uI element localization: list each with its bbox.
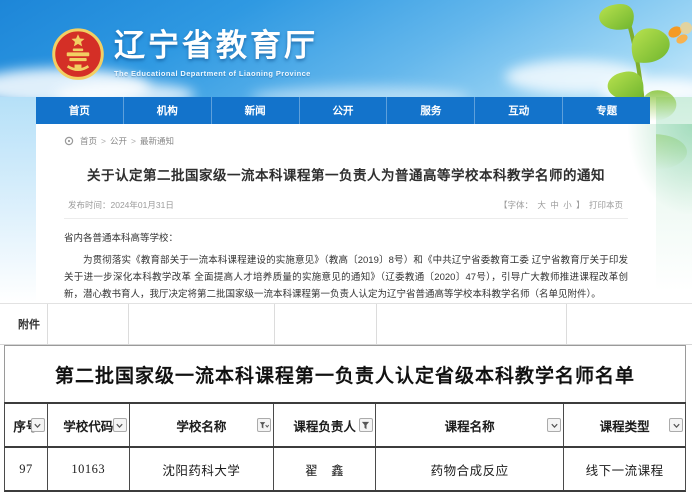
cell-course-type: 线下一流课程 (563, 448, 685, 490)
column-header-school-name: 学校名称 (129, 404, 274, 446)
breadcrumb-public[interactable]: 公开 (110, 135, 127, 147)
page-tools: 【字体： 大 中 小 】 打印本页 (498, 199, 624, 211)
nav-item-interaction[interactable]: 互动 (474, 97, 562, 124)
nav-item-services[interactable]: 服务 (386, 97, 474, 124)
column-header-school-code: 学校代码 (47, 404, 129, 446)
font-size-large-button[interactable]: 大 (537, 200, 546, 210)
column-header-index: 序号 (5, 404, 47, 446)
cell-index: 97 (5, 448, 47, 490)
font-size-medium-button[interactable]: 中 (550, 200, 559, 210)
content-panel: 首页 > 公开 > 最新通知 关于认定第二批国家级一流本科课程第一负责人为普通高… (36, 124, 656, 303)
nav-item-home[interactable]: 首页 (36, 97, 123, 124)
breadcrumb-separator: > (131, 136, 136, 146)
grid-line (566, 304, 567, 344)
breadcrumb-separator: > (101, 136, 106, 146)
font-size-small-button[interactable]: 小 (563, 200, 572, 210)
meta-divider (64, 218, 628, 219)
sheet-header-row: 序号 学校代码 学校名称 课程负责人 (4, 402, 686, 448)
filter-funnel-icon[interactable] (359, 418, 373, 432)
site-title-block: 辽宁省教育厅 The Educational Department of Lia… (114, 26, 318, 78)
grid-line (376, 304, 377, 344)
butterfly-icon (666, 22, 692, 45)
cell-school-name: 沈阳药科大学 (129, 448, 274, 490)
column-header-course-type: 课程类型 (563, 404, 685, 446)
font-tools-close: 】 (576, 200, 585, 210)
site-name-english: The Educational Department of Liaoning P… (114, 69, 318, 78)
cell-course-leader: 翟 鑫 (273, 448, 375, 490)
publish-date: 发布时间：2024年01月31日 (68, 199, 174, 211)
nav-item-orgs[interactable]: 机构 (123, 97, 211, 124)
cell-course-name: 药物合成反应 (375, 448, 563, 490)
table-row: 97 10163 沈阳药科大学 翟 鑫 药物合成反应 线下一流课程 (4, 448, 686, 492)
column-header-course-name: 课程名称 (375, 404, 563, 446)
column-header-course-leader: 课程负责人 (273, 404, 375, 446)
filter-chevron-icon[interactable] (113, 418, 127, 432)
attachment-row: 附件 (0, 303, 692, 345)
sheet-title: 第二批国家级一流本科课程第一负责人认定省级本科教学名师名单 (4, 345, 686, 402)
attachment-label: 附件 (18, 316, 40, 332)
font-tools-open: 【字体： (499, 200, 533, 210)
grid-line (274, 304, 275, 344)
filter-chevron-icon[interactable] (547, 418, 561, 432)
nav-item-topics[interactable]: 专题 (562, 97, 650, 124)
site-logo[interactable]: 辽宁省教育厅 The Educational Department of Lia… (52, 26, 318, 84)
filter-chevron-icon[interactable] (31, 418, 45, 432)
grid-line (47, 304, 48, 344)
breadcrumb-current: 最新通知 (140, 135, 174, 147)
location-pin-icon (64, 136, 74, 146)
filter-funnel-sort-icon[interactable] (257, 418, 271, 432)
print-page-button[interactable]: 打印本页 (589, 200, 623, 210)
page-left-margin (0, 97, 36, 313)
attachment-spreadsheet: 第二批国家级一流本科课程第一负责人认定省级本科教学名师名单 序号 学校代码 学校… (4, 345, 686, 492)
article-title: 关于认定第二批国家级一流本科课程第一负责人为普通高等学校本科教学名师的通知 (64, 164, 628, 184)
nav-item-public[interactable]: 公开 (299, 97, 387, 124)
breadcrumb-home[interactable]: 首页 (80, 135, 97, 147)
main-nav: 首页 机构 新闻 公开 服务 互动 专题 (36, 97, 650, 124)
article-paragraph: 为贯彻落实《教育部关于一流本科课程建设的实施意见》（教高〔2019〕8号）和《中… (64, 252, 628, 303)
cell-school-code: 10163 (47, 448, 129, 490)
article-meta: 发布时间：2024年01月31日 【字体： 大 中 小 】 打印本页 (64, 199, 628, 211)
nav-item-news[interactable]: 新闻 (211, 97, 299, 124)
filter-chevron-icon[interactable] (669, 418, 683, 432)
site-name: 辽宁省教育厅 (114, 26, 318, 66)
breadcrumb: 首页 > 公开 > 最新通知 (64, 135, 628, 147)
grid-line (128, 304, 129, 344)
article-salutation: 省内各普通本科高等学校： (64, 230, 628, 244)
national-emblem-icon (52, 26, 104, 84)
